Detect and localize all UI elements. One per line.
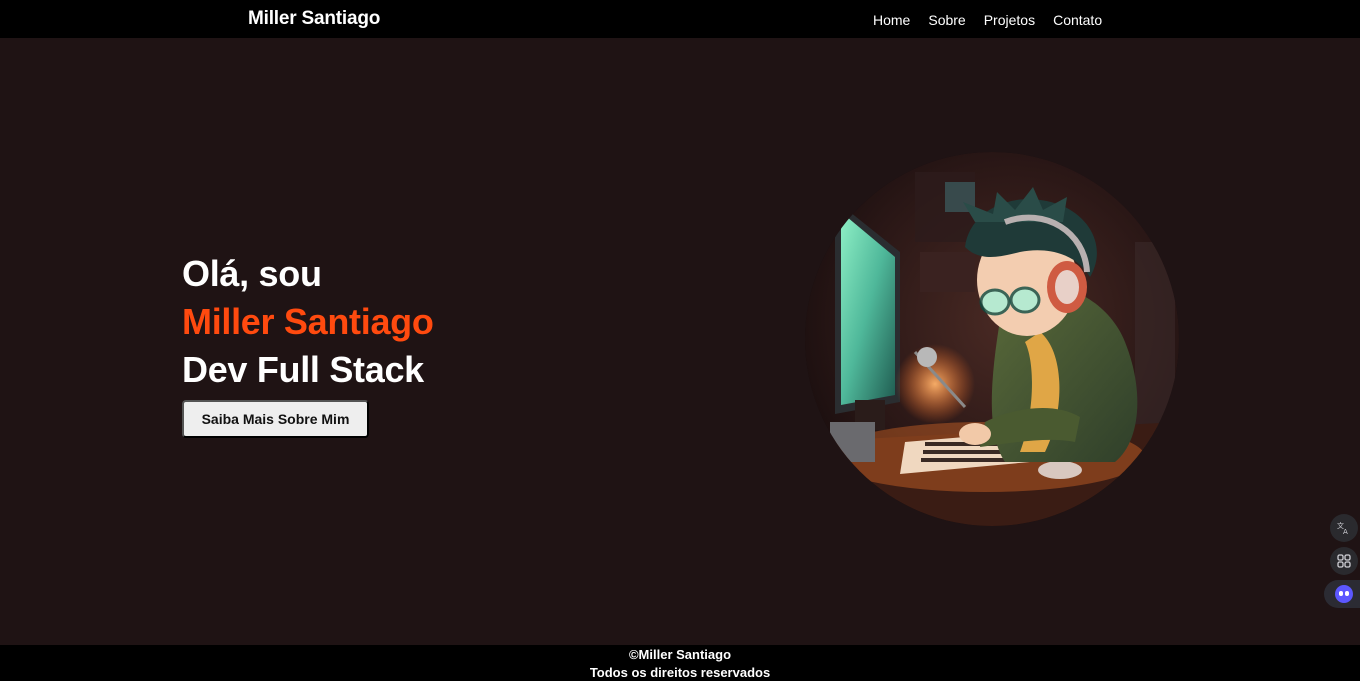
nav-projetos-link[interactable]: Projetos bbox=[984, 12, 1035, 28]
about-me-button[interactable]: Saiba Mais Sobre Mim bbox=[182, 400, 369, 438]
site-brand[interactable]: Miller Santiago bbox=[248, 8, 380, 30]
translate-icon-glyph: 文 A bbox=[1337, 521, 1348, 535]
top-navbar: Miller Santiago Home Sobre Projetos Cont… bbox=[0, 0, 1360, 38]
hero-heading: Olá, sou Miller Santiago Dev Full Stack bbox=[182, 250, 434, 394]
nav-contato-link[interactable]: Contato bbox=[1053, 12, 1102, 28]
developer-illustration bbox=[805, 152, 1179, 526]
bot-face-icon bbox=[1335, 585, 1353, 603]
footer-copyright: ©Miller Santiago bbox=[628, 647, 732, 662]
svg-text:A: A bbox=[1343, 528, 1348, 535]
site-footer: ©Miller Santiago Todos os direitos reser… bbox=[0, 645, 1360, 681]
assistant-bot-icon[interactable] bbox=[1324, 580, 1360, 608]
translate-icon[interactable]: 文 A bbox=[1330, 514, 1358, 542]
main-nav: Home Sobre Projetos Contato bbox=[873, 12, 1102, 28]
name-line: Miller Santiago bbox=[182, 301, 434, 342]
nav-home-link[interactable]: Home bbox=[873, 12, 910, 28]
footer-rights: Todos os direitos reservados bbox=[589, 665, 771, 680]
apps-icon-glyph bbox=[1337, 554, 1351, 568]
apps-icon[interactable] bbox=[1330, 547, 1358, 575]
nav-sobre-link[interactable]: Sobre bbox=[928, 12, 965, 28]
developer-illustration-svg bbox=[805, 152, 1179, 526]
role-line: Dev Full Stack bbox=[182, 349, 424, 390]
greeting-line: Olá, sou bbox=[182, 253, 322, 294]
